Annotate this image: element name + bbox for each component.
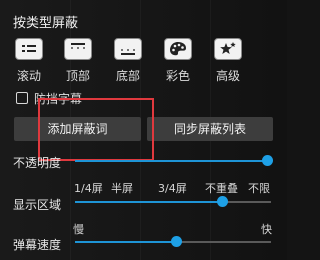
block-scroll-label: 滚动 [16, 69, 41, 83]
block-by-type-title: 按类型屏蔽 [13, 16, 79, 31]
display-area-tick: 3/4屏 [158, 182, 187, 195]
block-top-label: 顶部 [65, 69, 90, 83]
checkbox-box[interactable] [16, 92, 28, 104]
opacity-slider-thumb[interactable] [261, 155, 273, 166]
display-area-tick: 不限 [248, 182, 270, 195]
advanced-star-icon [214, 38, 242, 60]
display-area-tick: 1/4屏 [74, 182, 103, 195]
speed-fast-label: 快 [261, 223, 272, 236]
top-danmaku-icon [64, 38, 92, 60]
display-area-slider-thumb[interactable] [217, 196, 228, 207]
opacity-label: 不透明度 [13, 156, 62, 170]
palette-icon [164, 38, 192, 60]
speed-slider-fill [75, 241, 177, 243]
block-advanced-toggle[interactable]: 高级 [206, 38, 250, 84]
display-area-slider-fill [75, 201, 223, 203]
block-bottom-toggle[interactable]: 底部 [106, 38, 150, 84]
speed-slow-label: 慢 [73, 223, 84, 236]
block-scroll-toggle[interactable]: 滚动 [7, 38, 51, 84]
danmaku-settings-panel: 按类型屏蔽 滚动 顶部 底部 彩色 高级 防挡字幕 添加屏蔽词 同步屏蔽列表 不… [0, 0, 287, 260]
display-area-label: 显示区域 [13, 198, 62, 212]
block-color-label: 彩色 [165, 69, 190, 83]
opacity-slider-fill [75, 160, 267, 162]
scroll-danmaku-icon [15, 38, 43, 60]
display-area-tick-selected: 不重叠 [205, 182, 238, 195]
block-advanced-label: 高级 [215, 69, 240, 83]
speed-slider-thumb[interactable] [171, 236, 183, 247]
speed-label: 弹幕速度 [13, 238, 62, 252]
block-top-toggle[interactable]: 顶部 [56, 38, 100, 84]
highlight-box [38, 98, 154, 161]
block-bottom-label: 底部 [115, 69, 140, 83]
block-color-toggle[interactable]: 彩色 [156, 38, 200, 84]
display-area-tick: 半屏 [111, 182, 133, 195]
bottom-danmaku-icon [114, 38, 142, 60]
sync-block-list-button[interactable]: 同步屏蔽列表 [147, 117, 273, 141]
